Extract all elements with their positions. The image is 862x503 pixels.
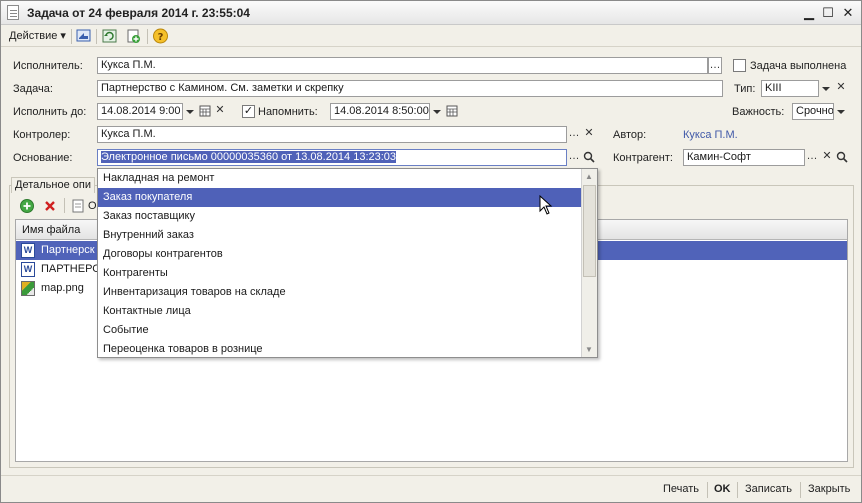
toolbar-separator (71, 29, 72, 44)
search-icon[interactable] (835, 149, 849, 166)
bottom-bar: Печать OK Записать Закрыть (1, 475, 861, 502)
type-label: Тип: (734, 83, 756, 95)
importance-field[interactable]: Срочно (792, 103, 834, 120)
due-dropdown-arrow[interactable] (183, 103, 197, 120)
dropdown-item[interactable]: Внутренний заказ (98, 226, 581, 245)
calendar-icon[interactable] (445, 103, 459, 120)
dropdown-item[interactable]: Заказ покупателя (98, 188, 581, 207)
dropdown-item[interactable]: Переоценка товаров в рознице (98, 340, 581, 357)
dropdown-item[interactable]: Договоры контрагентов (98, 245, 581, 264)
scroll-down-icon[interactable]: ▼ (585, 345, 593, 354)
remind-date-field[interactable]: 14.08.2014 8:50:00 (330, 103, 430, 120)
dropdown-item[interactable]: Инвентаризация товаров на складе (98, 283, 581, 302)
toolbar-separator (64, 198, 65, 213)
importance-dropdown-arrow[interactable] (834, 103, 848, 120)
executor-label: Исполнитель: (13, 60, 83, 72)
due-clear-button[interactable]: ✕ (213, 103, 227, 120)
dropdown-item[interactable]: Контактные лица (98, 302, 581, 321)
image-file-icon (21, 281, 35, 296)
close-button[interactable]: ✕ (840, 5, 856, 21)
action-menu[interactable]: Действие ▾ (9, 29, 66, 42)
controller-label: Контролер: (13, 129, 71, 141)
tab-detail-description[interactable]: Детальное опи (11, 177, 95, 193)
svg-text:?: ? (158, 32, 164, 43)
due-date-field[interactable]: 14.08.2014 9:00 (97, 103, 183, 120)
dropdown-item[interactable]: Контрагенты (98, 264, 581, 283)
counterparty-clear-button[interactable]: ✕ (820, 149, 834, 166)
basis-select-button[interactable]: … (567, 149, 581, 166)
controller-field[interactable]: Кукса П.М. (97, 126, 567, 143)
type-clear-button[interactable]: ✕ (834, 80, 848, 97)
toolbar-separator (147, 29, 148, 44)
author-link[interactable]: Кукса П.М. (683, 129, 738, 141)
maximize-button[interactable]: ☐ (820, 5, 836, 21)
mouse-cursor-icon (539, 195, 553, 215)
basis-label: Основание: (13, 152, 73, 164)
open-file-icon[interactable] (70, 198, 86, 214)
close-form-button[interactable]: Закрыть (808, 483, 850, 495)
file-name: Партнерск (41, 244, 95, 256)
task-done-label: Задача выполнена (750, 60, 847, 72)
calendar-icon[interactable] (198, 103, 212, 120)
file-name: map.png (41, 282, 84, 294)
importance-label: Важность: (732, 106, 785, 118)
file-name: ПАРТНЕРС (41, 263, 101, 275)
column-filename[interactable]: Имя файла (22, 224, 80, 236)
task-field[interactable]: Партнерство с Камином. См. заметки и скр… (97, 80, 723, 97)
ok-button[interactable]: OK (714, 483, 731, 495)
window-title: Задача от 24 февраля 2014 г. 23:55:04 (27, 6, 250, 20)
refresh-icon[interactable] (101, 28, 118, 44)
minimize-button[interactable]: ▁ (801, 5, 817, 21)
toolbar: Действие ▾ ? (1, 25, 861, 47)
word-document-icon: W (21, 243, 35, 258)
dropdown-scrollbar[interactable]: ▲ ▼ (581, 169, 597, 357)
dropdown-item[interactable]: Событие (98, 321, 581, 340)
dropdown-item[interactable]: Накладная на ремонт (98, 169, 581, 188)
search-icon[interactable] (582, 149, 596, 166)
open-button-label[interactable]: О (88, 200, 97, 212)
delete-icon[interactable] (42, 198, 58, 214)
copy-icon[interactable] (125, 28, 142, 44)
basis-field[interactable]: Электронное письмо 00000035360 от 13.08.… (97, 149, 567, 166)
bottom-separator (800, 482, 801, 498)
add-icon[interactable] (19, 198, 35, 214)
due-label: Исполнить до: (13, 106, 87, 118)
remind-dropdown-arrow[interactable] (430, 103, 444, 120)
remind-checkbox[interactable]: ✓ (242, 105, 255, 118)
task-window: Задача от 24 февраля 2014 г. 23:55:04 ▁ … (0, 0, 862, 503)
controller-clear-button[interactable]: ✕ (582, 126, 596, 143)
word-document-icon: W (21, 262, 35, 277)
task-label: Задача: (13, 83, 53, 95)
basis-selected-text: Электронное письмо 00000035360 от 13.08.… (101, 151, 397, 163)
basis-type-dropdown: Накладная на ремонт Заказ покупателя Зак… (97, 168, 598, 358)
save-button[interactable]: Записать (745, 483, 792, 495)
toolbar-separator (96, 29, 97, 44)
scroll-up-icon[interactable]: ▲ (585, 172, 593, 181)
author-label: Автор: (613, 129, 647, 141)
remind-label: Напомнить: (258, 106, 318, 118)
counterparty-label: Контрагент: (613, 152, 673, 164)
bottom-separator (707, 482, 708, 498)
goto-icon[interactable] (75, 28, 92, 44)
executor-field[interactable]: Кукса П.М. (97, 57, 708, 74)
executor-select-button[interactable]: … (708, 57, 722, 74)
task-done-checkbox[interactable] (733, 59, 746, 72)
dropdown-item[interactable]: Заказ поставщику (98, 207, 581, 226)
document-icon (7, 5, 19, 20)
print-button[interactable]: Печать (663, 483, 699, 495)
type-field[interactable]: KIII (761, 80, 819, 97)
bottom-separator (737, 482, 738, 498)
help-icon[interactable]: ? (152, 28, 169, 44)
controller-select-button[interactable]: … (567, 126, 581, 143)
title-bar: Задача от 24 февраля 2014 г. 23:55:04 ▁ … (1, 1, 861, 25)
type-dropdown-arrow[interactable] (819, 80, 833, 97)
scrollbar-thumb[interactable] (583, 185, 596, 277)
counterparty-field[interactable]: Камин-Софт (683, 149, 805, 166)
counterparty-select-button[interactable]: … (805, 149, 819, 166)
